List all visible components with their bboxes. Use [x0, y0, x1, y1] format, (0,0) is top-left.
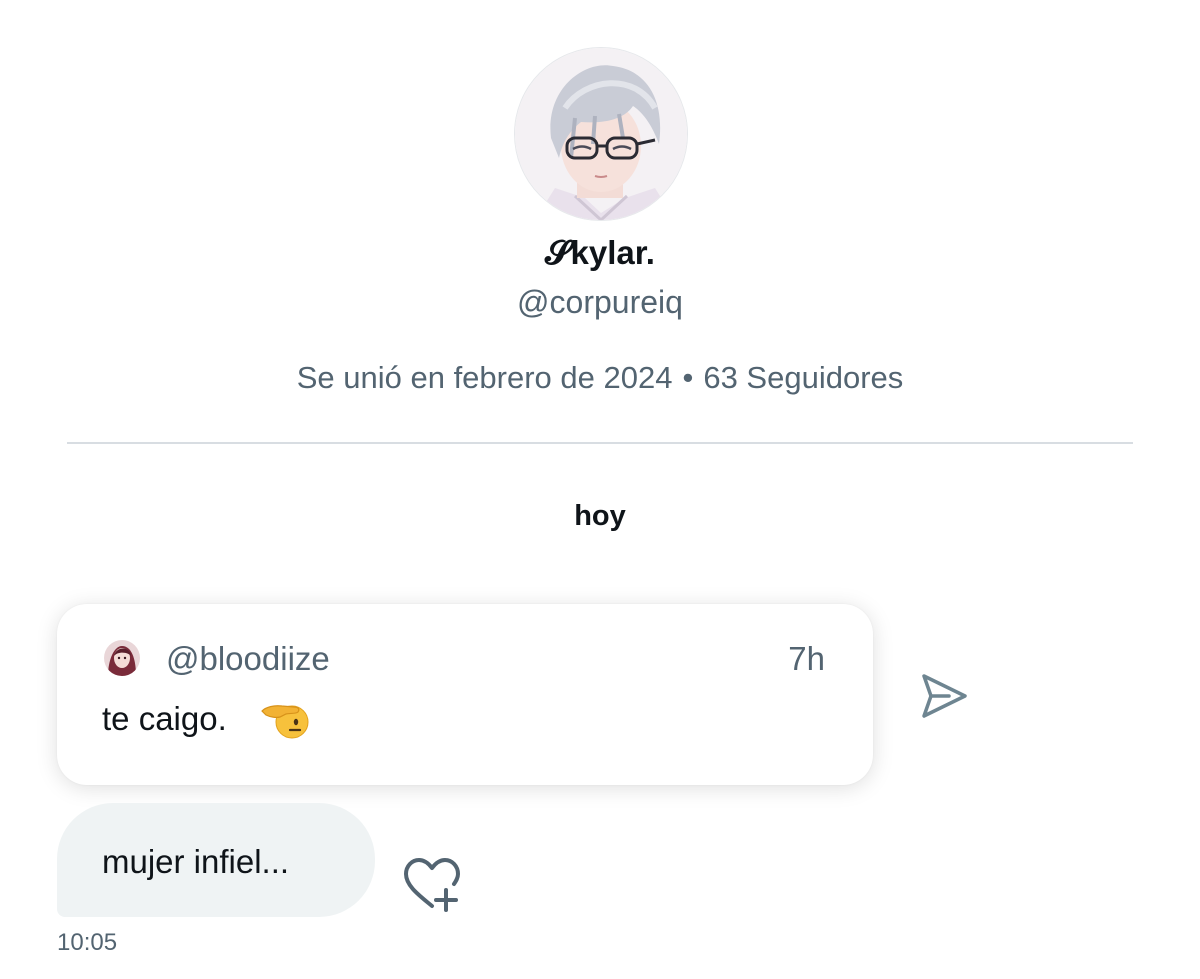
- message-timestamp: 10:05: [57, 929, 118, 956]
- heart-plus-icon[interactable]: [400, 856, 464, 912]
- meta-separator: •: [682, 360, 694, 395]
- quoted-post-time: 7h: [788, 640, 825, 677]
- profile-display-name: 𝓢kylar.: [545, 234, 655, 271]
- quoted-post-text: te caigo.: [102, 700, 227, 737]
- message-text: mujer infiel...: [102, 843, 290, 880]
- quoted-post-card[interactable]: @bloodiize 7h te caigo.: [57, 604, 873, 785]
- quoted-user-handle[interactable]: @bloodiize: [166, 640, 330, 678]
- profile-handle[interactable]: @corpureiq: [0, 284, 1200, 321]
- day-separator: hoy: [574, 500, 626, 532]
- profile-avatar[interactable]: [515, 48, 687, 220]
- send-arrow-icon[interactable]: [915, 668, 971, 724]
- followers-count[interactable]: 63 Seguidores: [703, 360, 903, 395]
- saluting-face-emoji-icon: [260, 697, 310, 743]
- header-divider: [67, 442, 1133, 444]
- quoted-user-avatar: [104, 640, 140, 676]
- profile-meta: Se unió en febrero de 2024 • 63 Seguidores: [0, 360, 1200, 396]
- joined-date: Se unió en febrero de 2024: [296, 360, 673, 395]
- message-bubble[interactable]: mujer infiel...: [57, 803, 375, 917]
